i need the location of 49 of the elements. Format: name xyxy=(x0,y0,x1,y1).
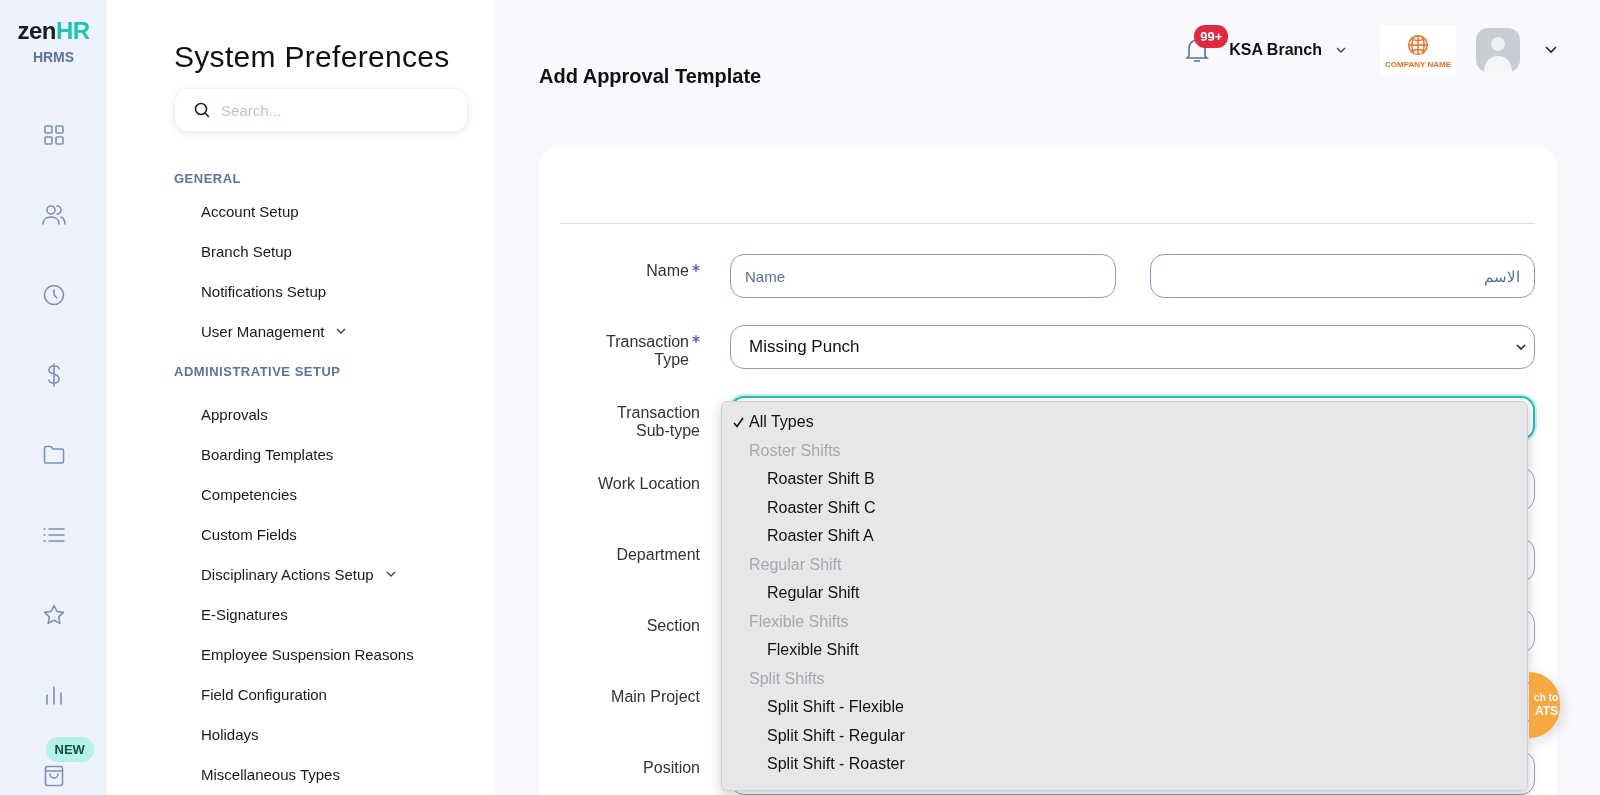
nav-item[interactable]: Holidays xyxy=(201,725,259,743)
field-label: Section xyxy=(646,617,700,635)
dropdown-option[interactable]: Regular Shift xyxy=(722,579,1527,608)
field-label: Transaction Type xyxy=(605,333,689,369)
new-badge: NEW xyxy=(45,737,94,762)
nav-item[interactable]: Custom Fields xyxy=(201,525,297,543)
option-group-label: Split Shifts xyxy=(748,668,826,689)
field-label: Transaction Sub-type xyxy=(616,404,700,440)
field-label: Main Project xyxy=(611,688,700,706)
field-label: Position xyxy=(643,759,700,777)
nav-item[interactable]: Branch Setup xyxy=(201,242,292,260)
notification-count: 99+ xyxy=(1194,25,1229,48)
branch-selector[interactable]: KSA Branch xyxy=(1229,41,1322,59)
nav-item[interactable]: Field Configuration xyxy=(201,685,327,703)
panel-title: System Preferences xyxy=(174,40,451,74)
product-name: HRMS xyxy=(32,49,75,65)
company-name: COMPANY NAME xyxy=(1385,59,1451,69)
text-field[interactable]: Name xyxy=(730,254,1116,298)
field-label: Work Location xyxy=(598,475,700,493)
nav-item[interactable]: Competencies xyxy=(201,485,297,503)
option-group-label: Roster Shifts xyxy=(748,440,842,461)
dropdown-option[interactable]: Split Shift - Flexible xyxy=(722,693,1527,722)
field-label: Name xyxy=(646,262,689,280)
page-title: Add Approval Template xyxy=(539,65,763,88)
nav-item[interactable]: Notifications Setup xyxy=(201,282,327,300)
dropdown-option[interactable]: Roaster Shift C xyxy=(722,493,1527,522)
nav-item[interactable]: Account Setup xyxy=(201,202,299,220)
nav-item[interactable]: Approvals xyxy=(201,405,268,423)
nav-item[interactable]: Miscellaneous Types xyxy=(201,765,340,783)
nav-item[interactable]: Boarding Templates xyxy=(201,445,334,463)
nav-item[interactable]: Disciplinary Actions Setup xyxy=(201,565,374,583)
section-heading: GENERAL xyxy=(174,171,243,188)
search-field[interactable]: Search... xyxy=(174,88,468,132)
nav-item[interactable]: Employee Suspension Reasons xyxy=(201,645,414,663)
dropdown-option[interactable]: Roaster Shift A xyxy=(722,522,1527,551)
dropdown-option[interactable]: Split Shift - Roaster xyxy=(722,750,1527,779)
option-group-label: Regular Shift xyxy=(748,554,843,575)
dropdown-option[interactable]: Flexible Shift xyxy=(722,636,1527,665)
nav-item[interactable]: E-Signatures xyxy=(201,605,288,623)
zenhr-logo: zenHR xyxy=(17,19,90,43)
section-heading: ADMINISTRATIVE SETUP xyxy=(174,364,342,381)
dropdown-option[interactable]: All Types xyxy=(722,408,1527,437)
text-field[interactable]: الاسم xyxy=(1149,254,1535,298)
dropdown-option[interactable]: Roaster Shift B xyxy=(722,465,1527,494)
nav-item[interactable]: User Management xyxy=(201,322,325,340)
select-field[interactable]: Missing Punch xyxy=(730,325,1535,369)
field-label: Department xyxy=(616,546,700,564)
option-group-label: Flexible Shifts xyxy=(748,611,850,632)
dropdown-option[interactable]: Split Shift - Regular xyxy=(722,721,1527,750)
